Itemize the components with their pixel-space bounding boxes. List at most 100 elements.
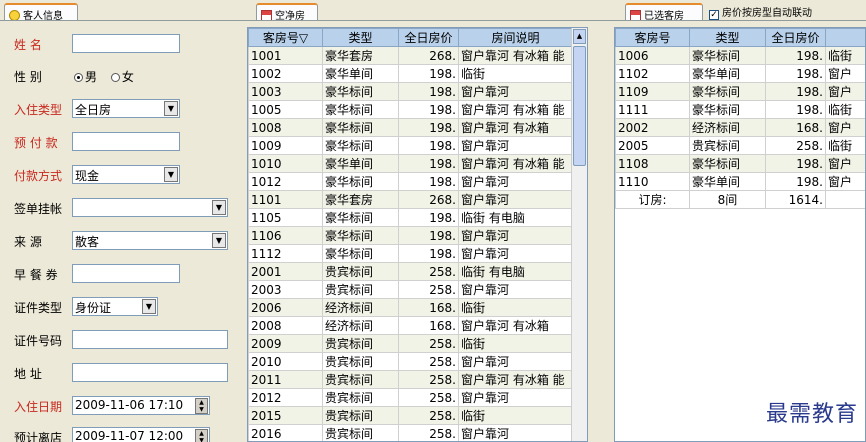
table-row[interactable]: 2003 贵宾标间 258. 窗户靠河 xyxy=(248,280,573,299)
checkin-value: 2009-11-06 17:10 xyxy=(75,398,184,412)
table-cell: 豪华标间 xyxy=(322,208,399,227)
column-header[interactable]: 客房号▽ xyxy=(248,28,323,47)
column-header[interactable]: 类型 xyxy=(689,28,766,47)
payment-label: 付款方式 xyxy=(14,169,63,183)
table-cell: 贵宾标间 xyxy=(322,370,399,389)
sign-label: 签单挂帐 xyxy=(14,202,63,216)
vacant-rooms-grid[interactable]: 客房号▽ 类型 全日房价 房间说明 1001 豪华套房 268. 窗户靠河 有冰箱 能… xyxy=(247,27,588,442)
column-header[interactable] xyxy=(825,28,865,47)
id-type-select[interactable]: 身份证 ▼ xyxy=(72,297,158,316)
checkout-field[interactable]: 2009-11-07 12:00 ▲ ▼ xyxy=(72,427,210,442)
address-field[interactable] xyxy=(72,363,228,382)
column-header[interactable]: 全日房价 xyxy=(398,28,459,47)
auto-link-checkbox[interactable]: ✓ 房价按房型自动联动 xyxy=(709,4,812,20)
table-row[interactable]: 2010 贵宾标间 258. 窗户靠河 xyxy=(248,352,573,371)
table-row[interactable]: 1111 豪华标间 198. 临街 xyxy=(615,100,865,119)
dropdown-arrow-icon[interactable]: ▼ xyxy=(164,101,178,116)
dropdown-arrow-icon[interactable]: ▼ xyxy=(164,167,178,182)
table-row[interactable]: 1006 豪华标间 198. 临街 xyxy=(615,46,865,65)
tab-vacant-rooms[interactable]: 空净房 xyxy=(256,3,318,22)
table-cell: 临街 xyxy=(458,298,573,317)
spinner-icon[interactable]: ▲ ▼ xyxy=(195,429,208,442)
table-row[interactable]: 1012 豪华标间 198. 窗户靠河 xyxy=(248,172,573,191)
name-field[interactable] xyxy=(72,34,180,53)
selected-rooms-grid[interactable]: 客房号 类型 全日房价 1006 豪华标间 198. 临街 1102 豪华单间 198. 窗户… xyxy=(614,27,866,442)
scroll-up-icon[interactable]: ▲ xyxy=(573,29,586,44)
tab-strip-divider xyxy=(0,20,866,21)
table-cell: 198. xyxy=(398,154,459,173)
scroll-thumb[interactable] xyxy=(573,46,586,166)
sex-male-radio[interactable]: 男 xyxy=(74,70,97,84)
table-row[interactable]: 1001 豪华套房 268. 窗户靠河 有冰箱 能 xyxy=(248,46,573,65)
sex-male-label: 男 xyxy=(85,70,98,84)
table-cell: 1008 xyxy=(248,118,323,137)
summary-row: 订房: 8间 1614. xyxy=(615,190,865,209)
spinner-icon[interactable]: ▲ ▼ xyxy=(195,398,208,414)
table-cell: 临街 xyxy=(825,100,865,119)
table-cell: 2015 xyxy=(248,406,323,425)
table-row[interactable]: 1108 豪华标间 198. 窗户 xyxy=(615,154,865,173)
sign-select[interactable]: ▼ xyxy=(72,198,228,217)
table-row[interactable]: 1105 豪华标间 198. 临街 有电脑 xyxy=(248,208,573,227)
sex-label: 性 别 xyxy=(14,70,42,84)
table-row[interactable]: 1109 豪华标间 198. 窗户 xyxy=(615,82,865,101)
table-row[interactable]: 1003 豪华标间 198. 窗户靠河 xyxy=(248,82,573,101)
vertical-scrollbar[interactable]: ▲ xyxy=(571,28,587,441)
table-row[interactable]: 2006 经济标间 168. 临街 xyxy=(248,298,573,317)
table-cell: 窗户靠河 xyxy=(458,226,573,245)
table-cell: 1010 xyxy=(248,154,323,173)
table-cell: 豪华单间 xyxy=(322,64,399,83)
table-row[interactable]: 2011 贵宾标间 258. 窗户靠河 有冰箱 能 xyxy=(248,370,573,389)
table-cell: 贵宾标间 xyxy=(322,352,399,371)
table-cell: 2001 xyxy=(248,262,323,281)
table-row[interactable]: 2002 经济标间 168. 窗户 xyxy=(615,118,865,137)
table-cell: 198. xyxy=(765,154,826,173)
table-row[interactable]: 2009 贵宾标间 258. 临街 xyxy=(248,334,573,353)
dropdown-arrow-icon[interactable]: ▼ xyxy=(142,299,156,314)
table-row[interactable]: 1010 豪华单间 198. 窗户靠河 有冰箱 能 xyxy=(248,154,573,173)
table-cell: 2010 xyxy=(248,352,323,371)
column-header[interactable]: 房间说明 xyxy=(458,28,573,47)
table-row[interactable]: 1112 豪华标间 198. 窗户靠河 xyxy=(248,244,573,263)
column-header[interactable]: 客房号 xyxy=(615,28,690,47)
table-row[interactable]: 1102 豪华单间 198. 窗户 xyxy=(615,64,865,83)
sex-female-radio[interactable]: 女 xyxy=(110,70,134,84)
table-cell: 窗户 xyxy=(825,172,865,191)
table-row[interactable]: 2008 经济标间 168. 窗户靠河 有冰箱 xyxy=(248,316,573,335)
table-cell: 贵宾标间 xyxy=(322,388,399,407)
dropdown-arrow-icon[interactable]: ▼ xyxy=(212,200,226,215)
checkmark-icon: ✓ xyxy=(709,10,719,20)
table-cell: 198. xyxy=(765,64,826,83)
table-cell: 198. xyxy=(398,244,459,263)
checkin-label: 入住日期 xyxy=(14,400,63,414)
tab-guest-info[interactable]: 客人信息 xyxy=(4,3,78,22)
table-cell: 1002 xyxy=(248,64,323,83)
table-row[interactable]: 2005 贵宾标间 258. 临街 xyxy=(615,136,865,155)
checkin-field[interactable]: 2009-11-06 17:10 ▲ ▼ xyxy=(72,396,210,415)
table-row[interactable]: 1101 豪华套房 268. 窗户靠河 xyxy=(248,190,573,209)
table-row[interactable]: 2015 贵宾标间 258. 临街 xyxy=(248,406,573,425)
deposit-field[interactable] xyxy=(72,132,180,151)
column-header[interactable]: 类型 xyxy=(322,28,399,47)
id-no-field[interactable] xyxy=(72,330,228,349)
table-row[interactable]: 2012 贵宾标间 258. 窗户靠河 xyxy=(248,388,573,407)
table-row[interactable]: 1008 豪华标间 198. 窗户靠河 有冰箱 xyxy=(248,118,573,137)
column-header[interactable]: 全日房价 xyxy=(765,28,826,47)
dropdown-arrow-icon[interactable]: ▼ xyxy=(212,233,226,248)
source-label: 来 源 xyxy=(14,235,42,249)
table-cell: 贵宾标间 xyxy=(322,262,399,281)
summary-cell: 8间 xyxy=(689,190,766,209)
payment-select[interactable]: 现金 ▼ xyxy=(72,165,180,184)
table-row[interactable]: 1106 豪华标间 198. 窗户靠河 xyxy=(248,226,573,245)
table-row[interactable]: 2001 贵宾标间 258. 临街 有电脑 xyxy=(248,262,573,281)
table-cell: 窗户 xyxy=(825,64,865,83)
table-row[interactable]: 2016 贵宾标间 258. 窗户靠河 xyxy=(248,424,573,441)
table-row[interactable]: 1110 豪华单间 198. 窗户 xyxy=(615,172,865,191)
table-row[interactable]: 1002 豪华单间 198. 临街 xyxy=(248,64,573,83)
source-select[interactable]: 散客 ▼ xyxy=(72,231,228,250)
tab-selected-rooms[interactable]: 已选客房 xyxy=(625,3,703,22)
table-row[interactable]: 1009 豪华标间 198. 窗户靠河 xyxy=(248,136,573,155)
breakfast-field[interactable] xyxy=(72,264,180,283)
table-row[interactable]: 1005 豪华标间 198. 窗户靠河 有冰箱 能 xyxy=(248,100,573,119)
stay-type-select[interactable]: 全日房 ▼ xyxy=(72,99,180,118)
